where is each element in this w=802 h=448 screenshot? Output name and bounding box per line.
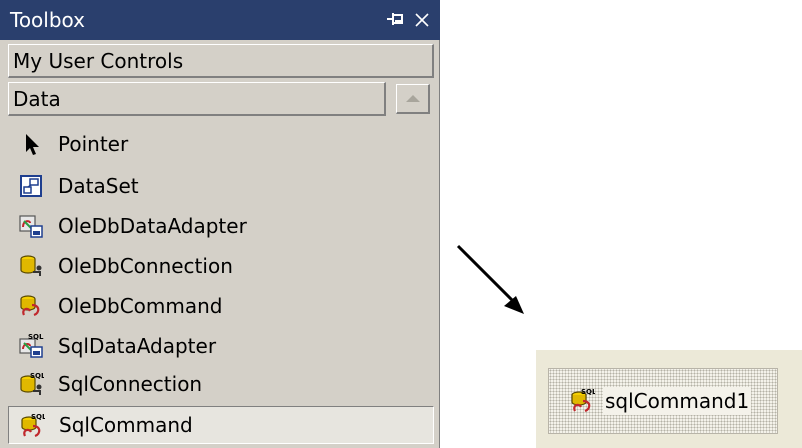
svg-text:SQL: SQL <box>28 333 44 341</box>
toolbox-item-label: OleDbConnection <box>58 254 233 278</box>
svg-text:SQL: SQL <box>31 413 45 421</box>
toolbox-item-label: Pointer <box>58 132 129 156</box>
oledb-command-icon <box>18 293 44 319</box>
sql-connection-icon: SQL <box>18 371 46 397</box>
toolbox-item-label: SqlCommand <box>59 413 193 437</box>
toolbox-item-label: SqlConnection <box>58 372 203 396</box>
drag-arrow-icon <box>456 244 524 314</box>
toolbox-item-oledb-data-adapter[interactable]: OleDbDataAdapter <box>8 208 434 244</box>
toolbox-title: Toolbox <box>10 8 85 32</box>
page: Toolbox My User Controls Data Pointer Da… <box>0 0 802 448</box>
toolbox-titlebar[interactable]: Toolbox <box>0 0 440 40</box>
sql-command-icon: SQL <box>569 387 597 413</box>
tab-my-user-controls[interactable]: My User Controls <box>8 44 434 78</box>
toolbox-item-oledb-connection[interactable]: OleDbConnection <box>8 248 434 284</box>
tab-data[interactable]: Data <box>8 82 386 116</box>
scroll-up-button[interactable] <box>396 84 430 114</box>
pin-icon[interactable] <box>384 8 408 32</box>
toolbox-item-sql-connection[interactable]: SQL SqlConnection <box>8 366 434 402</box>
toolbox-item-label: OleDbCommand <box>58 294 223 318</box>
toolbox-item-dataset[interactable]: DataSet <box>8 168 434 204</box>
pointer-icon <box>18 131 44 157</box>
dataset-icon <box>18 173 44 199</box>
toolbox-item-label: DataSet <box>58 174 139 198</box>
toolbox-item-sql-command[interactable]: SQL SqlCommand <box>8 406 434 444</box>
component-sql-command[interactable]: SQL sqlCommand1 <box>548 368 778 434</box>
svg-text:SQL: SQL <box>30 372 44 380</box>
chevron-up-icon <box>406 95 420 102</box>
toolbox-item-label: OleDbDataAdapter <box>58 214 247 238</box>
close-icon[interactable] <box>410 8 434 32</box>
toolbox-item-pointer[interactable]: Pointer <box>8 126 434 162</box>
toolbox-item-oledb-command[interactable]: OleDbCommand <box>8 288 434 324</box>
toolbox-window: Toolbox My User Controls Data Pointer Da… <box>0 0 440 448</box>
oledb-connection-icon <box>18 253 44 279</box>
toolbox-item-label: SqlDataAdapter <box>58 334 217 358</box>
tab-label: My User Controls <box>13 49 184 73</box>
tab-label: Data <box>13 87 61 111</box>
toolbox-item-sql-data-adapter[interactable]: SQL SqlDataAdapter <box>8 328 434 364</box>
oledb-data-adapter-icon <box>18 213 44 239</box>
sql-command-icon: SQL <box>19 412 47 438</box>
sql-data-adapter-icon: SQL <box>18 333 44 359</box>
component-name-label: sqlCommand1 <box>603 387 752 415</box>
svg-text:SQL: SQL <box>581 388 595 396</box>
